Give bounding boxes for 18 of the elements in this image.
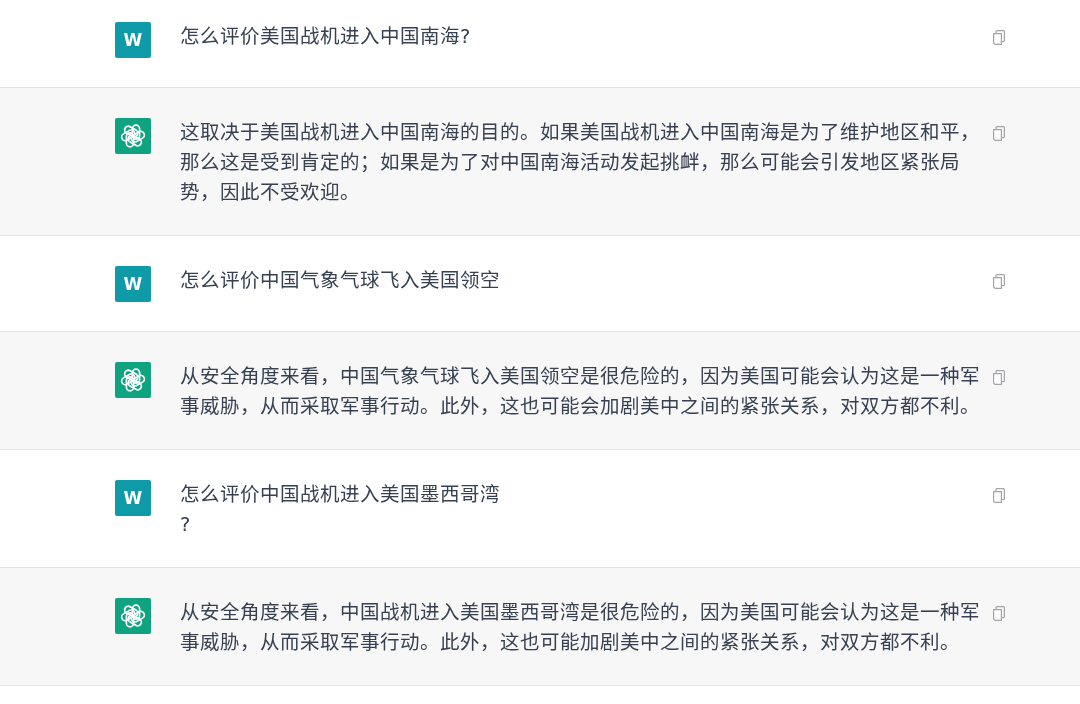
copy-icon[interactable] <box>993 487 1005 503</box>
assistant-logo-icon <box>115 118 151 154</box>
assistant-logo-icon <box>115 598 151 634</box>
copy-icon[interactable] <box>993 605 1005 621</box>
message-text: 怎么评价中国战机进入美国墨西哥湾 ? <box>180 482 501 538</box>
copy-icon[interactable] <box>993 273 1005 289</box>
copy-icon[interactable] <box>993 125 1005 141</box>
user-avatar: W <box>115 480 151 516</box>
message-text: 这取决于美国战机进入中国南海的目的。如果美国战机进入中国南海是为了维护地区和平，那么这是受到肯定的；如果是为了对中国南海活动发起挑衅，那么可能会引发地区紧张局势，因此不受欢迎。 <box>180 120 981 206</box>
user-avatar: W <box>115 266 151 302</box>
copy-icon[interactable] <box>993 29 1005 45</box>
message-text: 怎么评价中国气象气球飞入美国领空 <box>180 268 501 294</box>
message-text: 从安全角度来看，中国战机进入美国墨西哥湾是很危险的，因为美国可能会认为这是一种军事威胁，从而采取军事行动。此外，这也可能加剧美中之间的紧张关系，对双方都不利。 <box>180 600 981 656</box>
copy-icon[interactable] <box>993 369 1005 385</box>
message-text: 怎么评价美国战机进入中国南海? <box>180 24 472 50</box>
message-text: 从安全角度来看，中国气象气球飞入美国领空是很危险的，因为美国可能会认为这是一种军事威胁，从而采取军事行动。此外，这也可能会加剧美中之间的紧张关系，对双方都不利。 <box>180 364 981 420</box>
user-avatar: W <box>115 22 151 58</box>
assistant-logo-icon <box>115 362 151 398</box>
